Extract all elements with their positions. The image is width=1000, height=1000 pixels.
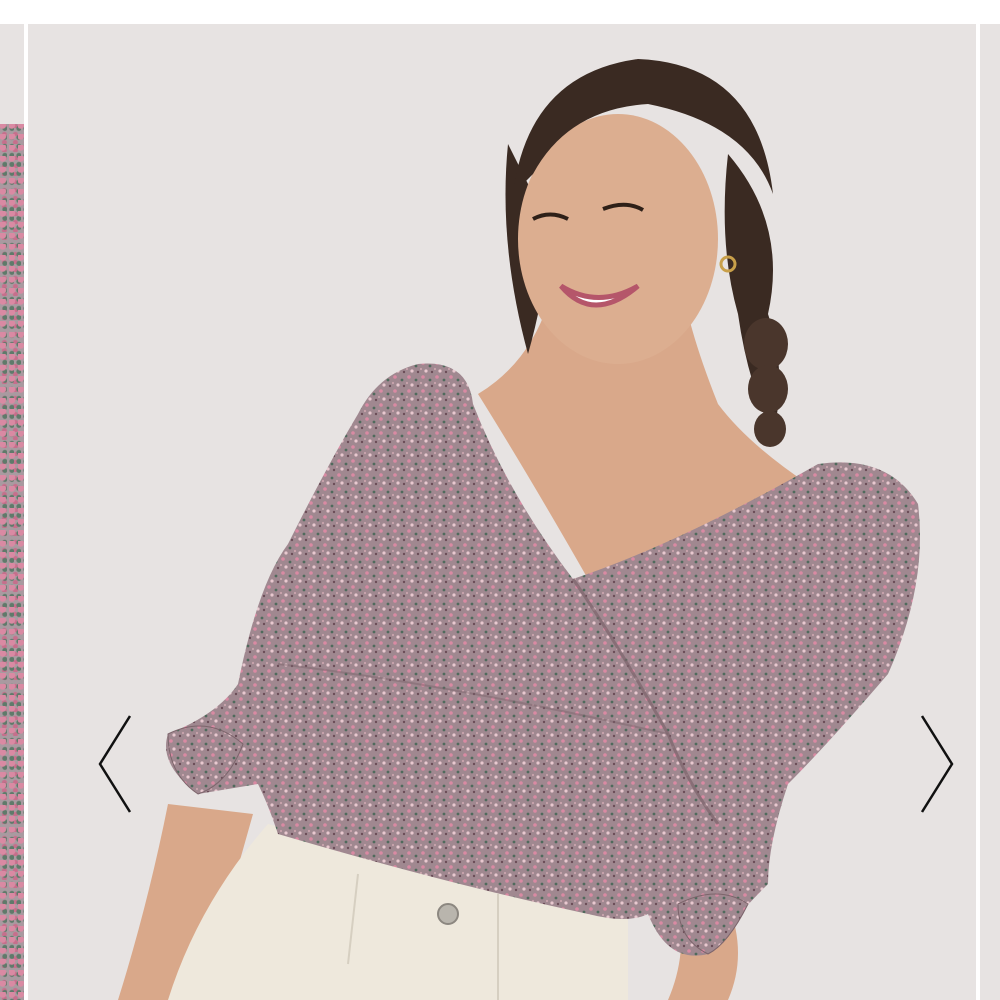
product-photo (118, 59, 920, 1000)
next-image-button[interactable] (912, 709, 962, 819)
previous-slide-peek[interactable] (0, 24, 24, 1000)
chevron-right-icon (920, 715, 954, 813)
chevron-left-icon (98, 715, 132, 813)
image-carousel[interactable] (0, 24, 1000, 1000)
previous-image-button[interactable] (90, 709, 140, 819)
product-gallery-page (0, 0, 1000, 1000)
next-slide-peek[interactable] (980, 24, 1000, 1000)
main-product-image (28, 24, 976, 1000)
